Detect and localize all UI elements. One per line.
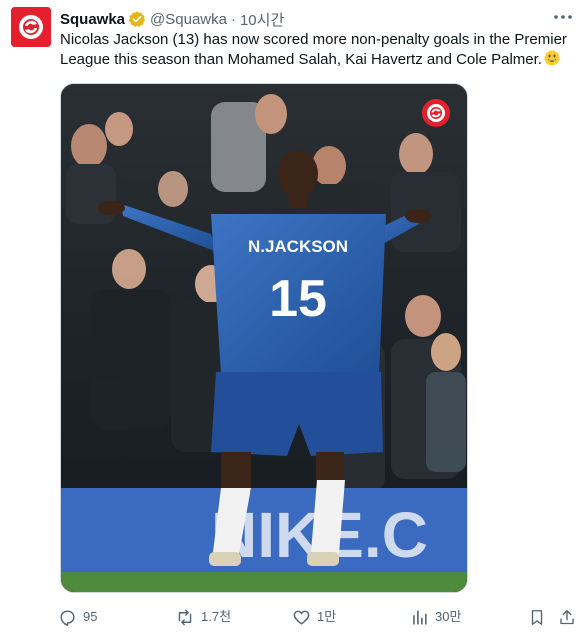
reply-button[interactable]: 95 — [58, 605, 97, 629]
reply-count: 95 — [83, 609, 98, 624]
header-separator: · — [230, 10, 236, 28]
author-name[interactable]: Squawka — [60, 11, 125, 28]
verified-badge-icon — [128, 10, 146, 28]
tweet-photo[interactable]: NIKE.C N.JACKSON 15 — [60, 83, 468, 593]
jersey-number: 15 — [269, 270, 327, 328]
reply-icon — [60, 609, 75, 626]
retweet-icon — [178, 609, 192, 625]
more-icon — [554, 15, 572, 19]
tweet-text: Nicolas Jackson (13) has now scored more… — [60, 30, 580, 70]
views-icon — [413, 609, 427, 625]
tweet-header: Squawka @Squawka · 10시간 — [60, 9, 284, 29]
bookmark-button[interactable] — [528, 605, 552, 629]
author-avatar[interactable] — [11, 7, 51, 47]
tweet-body: Nicolas Jackson (13) has now scored more… — [60, 31, 567, 68]
share-icon — [560, 609, 574, 624]
tweet-card[interactable]: Squawka @Squawka · 10시간 Nicolas Jackson … — [0, 0, 588, 638]
squawka-watermark-logo — [421, 98, 451, 128]
bookmark-icon — [531, 609, 543, 625]
tweet-timestamp[interactable]: 10시간 — [240, 9, 284, 30]
like-count: 1만 — [317, 609, 337, 624]
like-icon — [293, 610, 310, 625]
share-button[interactable] — [558, 605, 582, 629]
jersey-name: N.JACKSON — [248, 237, 348, 256]
author-handle[interactable]: @Squawka — [150, 11, 227, 28]
grinning-face-emoji-icon — [544, 50, 560, 66]
views-count: 30만 — [435, 609, 462, 624]
retweet-button[interactable]: 1.7천 — [175, 605, 231, 629]
tweet-actions: 95 1.7천 1만 30만 — [58, 605, 580, 629]
views-button[interactable]: 30만 — [410, 605, 461, 629]
like-button[interactable]: 1만 — [292, 605, 336, 629]
retweet-count: 1.7천 — [201, 609, 232, 624]
more-options-button[interactable] — [550, 6, 576, 28]
